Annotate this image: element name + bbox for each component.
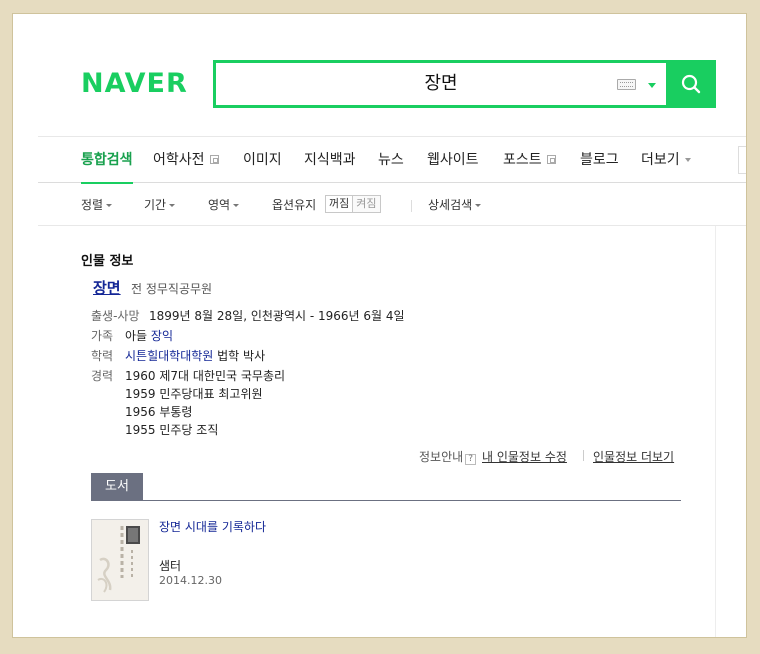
career-item: 1960 제7대 대한민국 국무총리 (125, 369, 286, 383)
tab-dictionary[interactable]: 어학사전 (153, 137, 219, 183)
option-period[interactable]: 기간 (144, 184, 176, 226)
info-row-family: 가족 아들 장익 (91, 327, 173, 344)
info-value: 법학 박사 (213, 349, 266, 363)
chevron-down-icon (684, 158, 691, 162)
tab-books[interactable]: 도서 (91, 473, 143, 500)
career-item: 1955 민주당 조직 (125, 423, 219, 437)
chevron-down-icon (475, 204, 482, 207)
option-detail-search[interactable]: 상세검색 (428, 184, 482, 226)
tab-news[interactable]: 뉴스 (378, 137, 404, 183)
help-icon[interactable]: ? (465, 454, 477, 465)
info-value: 1899년 8월 28일, 인천광역시 - 1966년 6월 4일 (149, 309, 405, 323)
browser-frame: NAVER 장면 통합검색 어학사전 이미지 지식백과 뉴스 웹사이트 포스트 … (12, 13, 747, 638)
info-label: 경력 (91, 369, 114, 383)
divider (583, 450, 584, 461)
info-value: 아들 (125, 329, 151, 343)
keyboard-icon[interactable] (617, 79, 636, 90)
option-keep-label: 옵션유지 (272, 198, 317, 212)
edit-profile-link[interactable]: 내 인물정보 수정 (482, 448, 567, 465)
tab-images[interactable]: 이미지 (243, 137, 282, 183)
tab-websites[interactable]: 웹사이트 (427, 137, 479, 183)
search-input[interactable]: 장면 (216, 63, 666, 105)
search-icon (681, 74, 701, 94)
tab-blog[interactable]: 블로그 (580, 137, 619, 183)
info-notice[interactable]: 정보안내? (419, 448, 477, 465)
divider (91, 500, 681, 501)
info-label: 출생-사망 (91, 309, 140, 323)
naver-logo[interactable]: NAVER (81, 68, 188, 99)
external-link-icon (209, 155, 219, 164)
section-title: 인물 정보 (81, 254, 134, 269)
chevron-down-icon (233, 204, 240, 207)
search-tabs: 통합검색 어학사전 이미지 지식백과 뉴스 웹사이트 포스트 블로그 더보기 (38, 137, 746, 184)
tab-encyclopedia[interactable]: 지식백과 (304, 137, 356, 183)
option-sort[interactable]: 정렬 (81, 184, 113, 226)
search-options: 정렬 기간 영역 옵션유지 꺼짐 켜짐 상세검색 (38, 184, 746, 226)
divider (715, 226, 716, 637)
book-date: 2014.12.30 (159, 574, 222, 587)
option-keep-toggle[interactable]: 꺼짐 켜짐 (325, 195, 381, 213)
info-row-birth: 출생-사망 1899년 8월 28일, 인천광역시 - 1966년 6월 4일 (91, 307, 405, 324)
person-name-link[interactable]: 장면 (93, 277, 121, 298)
book-publisher: 샘터 (159, 559, 182, 573)
tab-extra-box[interactable] (738, 146, 746, 174)
tab-post[interactable]: 포스트 (503, 137, 556, 183)
chevron-down-icon (106, 204, 113, 207)
info-row-career: 경력 1960 제7대 대한민국 국무총리 (91, 367, 285, 384)
keyboard-dropdown-icon[interactable] (648, 83, 656, 88)
toggle-on[interactable]: 켜짐 (352, 196, 380, 212)
toggle-off[interactable]: 꺼짐 (326, 196, 352, 212)
book-title-link[interactable]: 장면 시대를 기록하다 (159, 520, 279, 535)
family-link[interactable]: 장익 (151, 329, 173, 343)
book-cover-image[interactable] (91, 519, 149, 601)
career-item: 1959 민주당대표 최고위원 (125, 387, 263, 401)
external-link-icon (546, 155, 556, 164)
info-label: 가족 (91, 329, 114, 343)
tab-more[interactable]: 더보기 (641, 137, 691, 183)
education-link[interactable]: 시튼힐대학대학원 (125, 349, 213, 363)
info-row-education: 학력 시튼힐대학대학원 법학 박사 (91, 347, 265, 364)
search-button[interactable] (666, 60, 716, 108)
more-profile-link[interactable]: 인물정보 더보기 (593, 448, 674, 465)
book-cover-art (92, 520, 148, 600)
tab-integrated[interactable]: 통합검색 (81, 137, 133, 184)
search-box[interactable]: 장면 (213, 60, 669, 108)
chevron-down-icon (169, 204, 176, 207)
career-item: 1956 부통령 (125, 405, 193, 419)
option-area[interactable]: 영역 (208, 184, 240, 226)
info-label: 학력 (91, 349, 114, 363)
person-description: 전 정무직공무원 (131, 282, 213, 296)
divider (411, 200, 412, 212)
